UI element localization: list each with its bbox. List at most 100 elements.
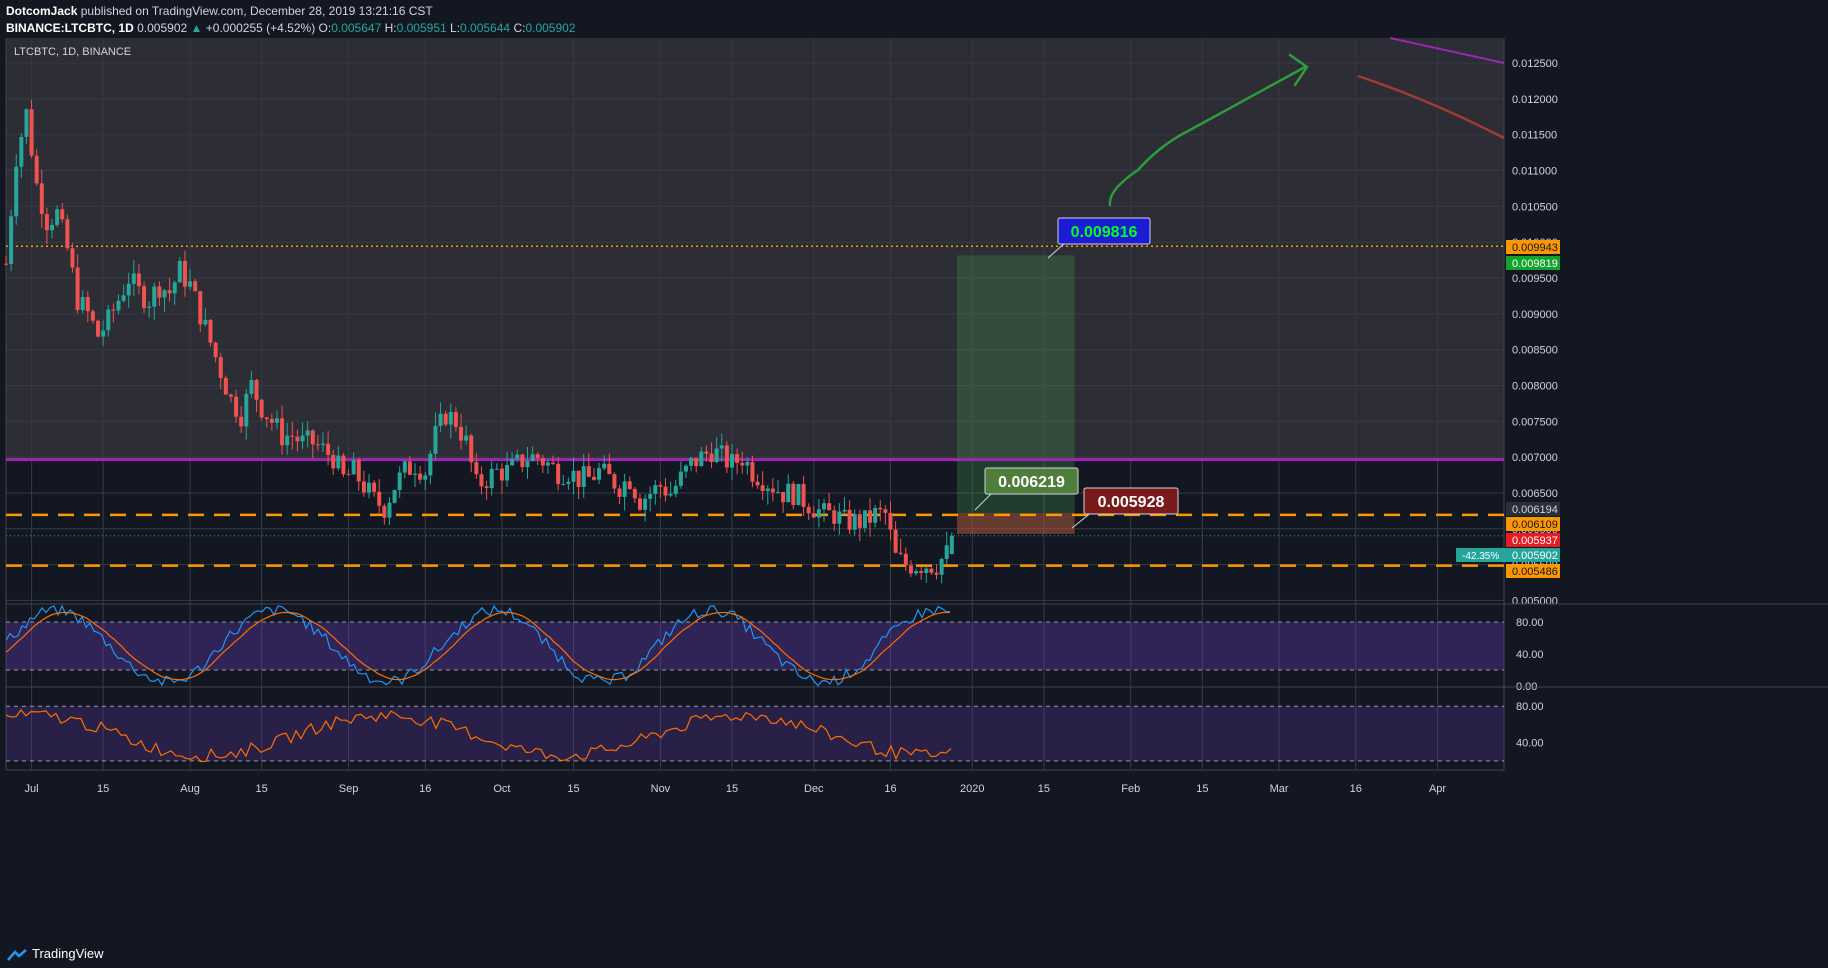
candle-body bbox=[90, 311, 95, 321]
candle-body bbox=[136, 273, 141, 287]
candle-body bbox=[914, 571, 919, 574]
price-axis-tag-label: 0.006109 bbox=[1512, 519, 1558, 531]
candle-body bbox=[234, 396, 239, 417]
candle-body bbox=[443, 413, 448, 425]
candle-body bbox=[576, 470, 581, 487]
price-tick-label: 0.008500 bbox=[1512, 345, 1558, 357]
candle-body bbox=[719, 445, 724, 449]
loss-zone bbox=[956, 513, 1075, 534]
candle-body bbox=[50, 224, 55, 231]
candle-body bbox=[356, 459, 361, 482]
candle-body bbox=[106, 309, 111, 331]
candle-body bbox=[591, 476, 596, 480]
candle-body bbox=[949, 535, 954, 555]
candle-body bbox=[842, 509, 847, 512]
candle-body bbox=[218, 357, 223, 378]
candle-body bbox=[893, 529, 898, 553]
price-tick-label: 0.012500 bbox=[1512, 58, 1558, 70]
price-chart[interactable]: Jul 15 Aug 15 Sep 16 Oct 15 Nov 15 Dec 16 2020 15 Feb 1… bbox=[0, 0, 1828, 940]
time-tick-label: 15 bbox=[567, 783, 579, 795]
candle-body bbox=[499, 468, 504, 481]
candle-body bbox=[581, 466, 586, 487]
candle-body bbox=[60, 209, 65, 220]
candle-body bbox=[566, 481, 571, 484]
candle-body bbox=[152, 286, 157, 307]
callout-label: 0.006219 bbox=[998, 474, 1065, 491]
candle-body bbox=[239, 416, 244, 427]
candle-body bbox=[351, 459, 356, 475]
candle-body bbox=[683, 465, 688, 472]
candle-body bbox=[438, 413, 443, 426]
candle-body bbox=[280, 418, 285, 446]
candle-body bbox=[377, 491, 382, 506]
tradingview-cloud-icon bbox=[7, 948, 27, 961]
time-tick-label: 15 bbox=[1196, 783, 1208, 795]
candle-body bbox=[428, 453, 433, 476]
candle-body bbox=[75, 267, 80, 311]
candle-body bbox=[213, 342, 218, 358]
candle-body bbox=[868, 510, 873, 523]
candle-body bbox=[382, 505, 387, 518]
candle-body bbox=[228, 394, 233, 397]
footer-bar: TradingView bbox=[0, 940, 1828, 968]
candle-body bbox=[413, 473, 418, 475]
candle-body bbox=[678, 471, 683, 486]
candle-body bbox=[489, 468, 494, 489]
candle-body bbox=[806, 506, 811, 514]
candle-body bbox=[177, 260, 182, 283]
candle-body bbox=[535, 454, 540, 459]
stoch-tick-label: 40.00 bbox=[1516, 649, 1544, 661]
candle-body bbox=[433, 425, 438, 454]
candle-body bbox=[4, 263, 8, 265]
candle-body bbox=[934, 572, 939, 575]
candle-body bbox=[39, 183, 44, 215]
candle-body bbox=[331, 454, 336, 469]
callout-label: 0.005928 bbox=[1098, 494, 1165, 511]
candle-body bbox=[310, 430, 315, 445]
candle-body bbox=[816, 509, 821, 518]
candle-body bbox=[418, 473, 423, 480]
candle-body bbox=[101, 330, 106, 337]
brand-name: TradingView bbox=[32, 946, 104, 961]
candle-body bbox=[116, 300, 121, 311]
price-axis-tag-label: 0.006194 bbox=[1512, 504, 1558, 516]
time-tick-label: Aug bbox=[180, 783, 200, 795]
candle-body bbox=[924, 568, 929, 573]
candle-body bbox=[724, 445, 729, 468]
price-tick-label: 0.011500 bbox=[1512, 130, 1557, 142]
candle-body bbox=[96, 320, 101, 337]
candle-body bbox=[822, 503, 827, 510]
candle-body bbox=[188, 281, 193, 287]
candle-body bbox=[668, 493, 673, 496]
candle-body bbox=[111, 309, 116, 311]
candle-body bbox=[157, 286, 162, 298]
candle-body bbox=[745, 462, 750, 466]
price-tick-label: 0.012000 bbox=[1512, 94, 1558, 106]
candle-body bbox=[878, 507, 883, 510]
time-tick-label: Apr bbox=[1429, 783, 1446, 795]
callout-label: 0.009816 bbox=[1071, 224, 1138, 241]
candle-body bbox=[556, 463, 561, 484]
candle-body bbox=[597, 468, 602, 480]
pct-change-label: -42.35% bbox=[1462, 551, 1499, 562]
candle-body bbox=[121, 295, 126, 301]
stoch-tick-label: 80.00 bbox=[1516, 617, 1544, 629]
price-tick-label: 0.005000 bbox=[1512, 595, 1558, 607]
candle-body bbox=[919, 571, 924, 573]
time-tick-label: 16 bbox=[884, 783, 896, 795]
candle-body bbox=[888, 512, 893, 530]
tradingview-logo[interactable]: TradingView bbox=[6, 946, 104, 962]
candle-body bbox=[612, 474, 617, 489]
time-tick-label: 2020 bbox=[960, 783, 984, 795]
candle-body bbox=[126, 283, 131, 296]
candle-body bbox=[781, 491, 786, 503]
candle-body bbox=[142, 286, 147, 308]
candle-body bbox=[208, 319, 213, 343]
candle-body bbox=[944, 545, 949, 559]
candle-body bbox=[760, 485, 765, 492]
candle-body bbox=[80, 297, 85, 311]
candle-body bbox=[423, 475, 428, 480]
candle-body bbox=[643, 498, 648, 510]
candle-body bbox=[735, 454, 740, 463]
candle-body bbox=[464, 435, 469, 441]
